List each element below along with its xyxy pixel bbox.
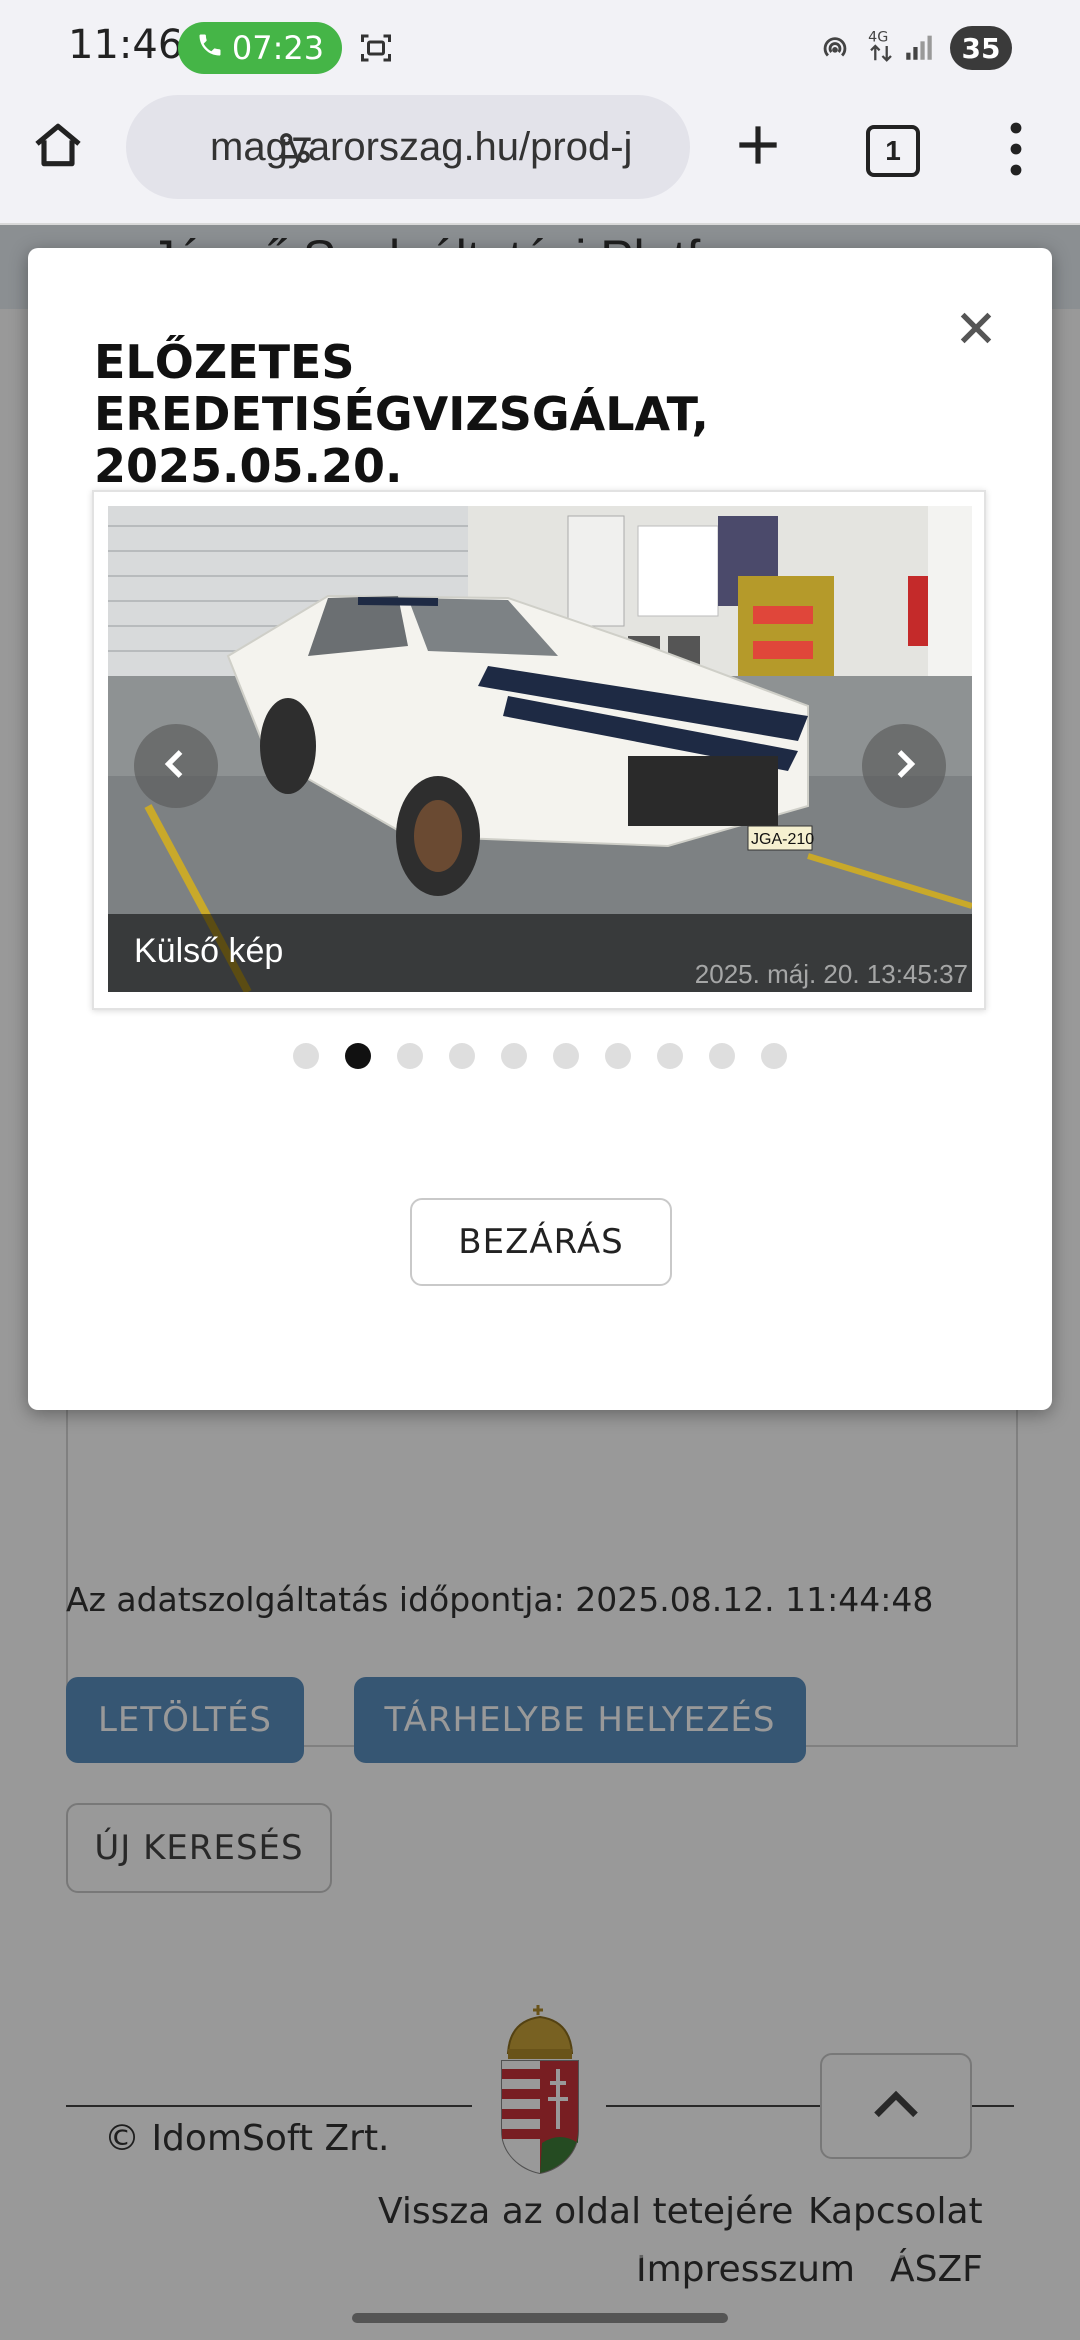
close-button[interactable]: BEZÁRÁS bbox=[410, 1198, 672, 1286]
carousel-indicators bbox=[28, 1043, 1052, 1073]
more-menu-icon[interactable] bbox=[1004, 119, 1028, 179]
carousel-dot[interactable] bbox=[709, 1043, 735, 1069]
vehicle-photo: JGA-210 Külső kép 2025. máj. 20. 13:45:3… bbox=[108, 506, 972, 992]
url-text[interactable]: magyarorszag.hu/prod-j bbox=[210, 125, 670, 170]
chevron-left-icon bbox=[158, 746, 194, 787]
svg-text:4G: 4G bbox=[868, 30, 888, 46]
carousel-dot[interactable] bbox=[761, 1043, 787, 1069]
caption-bar: Külső kép 2025. máj. 20. 13:45:37 bbox=[108, 914, 972, 992]
chevron-right-icon bbox=[886, 746, 922, 787]
image-gallery-modal: ELŐZETES EREDETISÉGVIZSGÁLAT, 2025.05.20… bbox=[28, 248, 1052, 1410]
carousel-dot[interactable] bbox=[397, 1043, 423, 1069]
home-icon[interactable] bbox=[30, 117, 100, 187]
battery-indicator: 35 bbox=[950, 26, 1012, 70]
phone-icon bbox=[196, 29, 224, 67]
carousel-dot[interactable] bbox=[345, 1043, 371, 1069]
carousel-next-button[interactable] bbox=[862, 724, 946, 808]
close-icon[interactable] bbox=[948, 300, 1004, 356]
carousel-dot[interactable] bbox=[605, 1043, 631, 1069]
carousel-prev-button[interactable] bbox=[134, 724, 218, 808]
license-plate: JGA-210 bbox=[751, 831, 814, 848]
signal-icon bbox=[902, 30, 936, 69]
gesture-bar[interactable] bbox=[352, 2313, 728, 2323]
new-tab-icon[interactable] bbox=[730, 117, 790, 177]
carousel-dot[interactable] bbox=[657, 1043, 683, 1069]
carousel-dot[interactable] bbox=[293, 1043, 319, 1069]
slide-caption: Külső kép bbox=[134, 932, 284, 970]
mobile-data-4g-icon: 4G bbox=[866, 26, 896, 71]
screen-record-icon bbox=[358, 30, 394, 71]
status-time: 11:46 bbox=[68, 22, 184, 68]
call-indicator[interactable]: 07:23 bbox=[178, 22, 342, 74]
hotspot-icon bbox=[818, 30, 852, 69]
photo-timestamp: 2025. máj. 20. 13:45:37 bbox=[694, 959, 968, 989]
carousel-dot[interactable] bbox=[449, 1043, 475, 1069]
browser-toolbar: magyarorszag.hu/prod-j 1 bbox=[0, 95, 1080, 225]
status-bar: 11:46 07:23 4G 35 bbox=[0, 0, 1080, 95]
carousel-dot[interactable] bbox=[553, 1043, 579, 1069]
call-duration: 07:23 bbox=[231, 29, 325, 67]
tab-switcher-button[interactable]: 1 bbox=[866, 125, 920, 177]
carousel-dot[interactable] bbox=[501, 1043, 527, 1069]
carousel: JGA-210 Külső kép 2025. máj. 20. 13:45:3… bbox=[92, 490, 986, 1010]
modal-title: ELŐZETES EREDETISÉGVIZSGÁLAT, 2025.05.20… bbox=[94, 335, 709, 493]
